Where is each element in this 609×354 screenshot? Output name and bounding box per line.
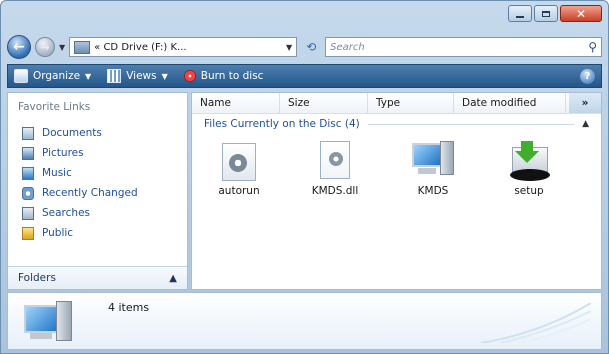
- nav-item-searches[interactable]: Searches: [22, 203, 138, 223]
- music-icon: [22, 166, 34, 180]
- address-path[interactable]: « CD Drive (F:) K...: [94, 42, 282, 53]
- dll-file-icon: [320, 141, 350, 179]
- folders-label: Folders: [18, 272, 56, 284]
- file-name: KMDS.dll: [311, 185, 359, 197]
- column-header-name[interactable]: Name: [192, 93, 280, 113]
- recently-changed-icon: [22, 186, 34, 200]
- group-divider: [367, 123, 575, 125]
- back-arrow-icon: ←: [13, 39, 25, 55]
- setup-install-icon: [510, 141, 550, 183]
- views-label: Views: [126, 70, 157, 82]
- computer-icon: [24, 299, 76, 345]
- forward-arrow-icon: →: [40, 40, 50, 54]
- column-header-size[interactable]: Size: [280, 93, 368, 113]
- searches-icon: [22, 206, 34, 220]
- refresh-button[interactable]: ⟲: [301, 40, 321, 54]
- more-columns-button[interactable]: »: [569, 93, 601, 113]
- details-pane: 4 items: [7, 292, 602, 350]
- search-input[interactable]: Search: [330, 42, 588, 53]
- nav-item-label: Recently Changed: [42, 187, 138, 199]
- forward-button[interactable]: →: [35, 37, 55, 57]
- address-bar[interactable]: « CD Drive (F:) K... ▼: [69, 37, 298, 57]
- public-icon: [22, 226, 34, 240]
- maximize-icon: [542, 10, 550, 17]
- burn-to-disc-button[interactable]: Burn to disc: [183, 70, 264, 82]
- decorative-swoosh: [481, 303, 591, 343]
- nav-item-label: Music: [42, 167, 72, 179]
- minimize-icon: [516, 15, 524, 18]
- minimize-button[interactable]: [508, 5, 532, 22]
- file-name: setup: [514, 185, 544, 197]
- close-icon: ✕: [575, 6, 587, 21]
- help-icon: ?: [584, 70, 591, 82]
- column-header-type[interactable]: Type: [368, 93, 454, 113]
- back-button[interactable]: ←: [7, 35, 31, 59]
- views-button[interactable]: Views ▼: [107, 69, 168, 83]
- nav-item-label: Pictures: [42, 147, 84, 159]
- help-button[interactable]: ?: [580, 68, 595, 84]
- nav-item-label: Documents: [42, 127, 102, 139]
- nav-item-recently-changed[interactable]: Recently Changed: [22, 183, 138, 203]
- folder-icon: [74, 40, 91, 54]
- recent-pages-dropdown[interactable]: ▼: [59, 43, 65, 52]
- file-list-pane: Name Size Type Date modified » Files Cur…: [191, 92, 602, 290]
- nav-item-documents[interactable]: Documents: [22, 123, 138, 143]
- settings-file-icon: [222, 143, 256, 181]
- nav-item-public[interactable]: Public: [22, 223, 138, 243]
- burn-disc-icon: [183, 70, 196, 82]
- chevron-up-icon: ▲: [169, 272, 177, 284]
- column-header-date-modified[interactable]: Date modified: [454, 93, 566, 113]
- favorite-links-title: Favorite Links: [18, 101, 91, 113]
- chevron-down-icon: ▼: [85, 71, 92, 81]
- documents-icon: [22, 126, 34, 140]
- column-headers: Name Size Type Date modified »: [192, 93, 601, 114]
- address-dropdown-icon[interactable]: ▼: [286, 43, 292, 52]
- command-toolbar: Organize ▼ Views ▼ Burn to disc ?: [7, 64, 602, 88]
- pictures-icon: [22, 146, 34, 160]
- maximize-button[interactable]: [534, 5, 558, 22]
- nav-item-pictures[interactable]: Pictures: [22, 143, 138, 163]
- group-header-label: Files Currently on the Disc (4): [204, 118, 360, 130]
- nav-item-label: Public: [42, 227, 74, 239]
- file-name: autorun: [218, 185, 260, 197]
- search-box[interactable]: Search ⚲: [325, 37, 602, 57]
- nav-item-label: Searches: [42, 207, 91, 219]
- search-icon[interactable]: ⚲: [588, 40, 597, 54]
- explorer-window: ✕ ← → ▼ « CD Drive (F:) K... ▼ ⟲ Search …: [0, 0, 609, 354]
- organize-button[interactable]: Organize ▼: [14, 69, 91, 83]
- file-name: KMDS: [417, 185, 449, 197]
- address-row: ← → ▼ « CD Drive (F:) K... ▼ ⟲ Search ⚲: [7, 33, 602, 61]
- file-grid: autorun KMDS.dll KMDS setup: [192, 141, 601, 221]
- refresh-icon: ⟲: [306, 40, 317, 54]
- navigation-pane: Favorite Links Documents Pictures Music …: [7, 92, 188, 290]
- group-header[interactable]: Files Currently on the Disc (4) ▲: [204, 117, 589, 131]
- views-icon: [107, 69, 122, 83]
- collapse-group-icon[interactable]: ▲: [582, 119, 589, 129]
- organize-icon: [14, 69, 28, 83]
- favorite-links-list: Documents Pictures Music Recently Change…: [22, 123, 138, 243]
- organize-label: Organize: [33, 70, 81, 82]
- folders-toggle[interactable]: Folders ▲: [8, 266, 187, 289]
- item-count: 4 items: [108, 301, 150, 314]
- application-computer-icon: [412, 141, 456, 181]
- nav-item-music[interactable]: Music: [22, 163, 138, 183]
- chevron-down-icon: ▼: [161, 71, 168, 81]
- burn-label: Burn to disc: [200, 70, 264, 82]
- close-button[interactable]: ✕: [560, 5, 602, 22]
- caption-buttons: ✕: [508, 5, 602, 22]
